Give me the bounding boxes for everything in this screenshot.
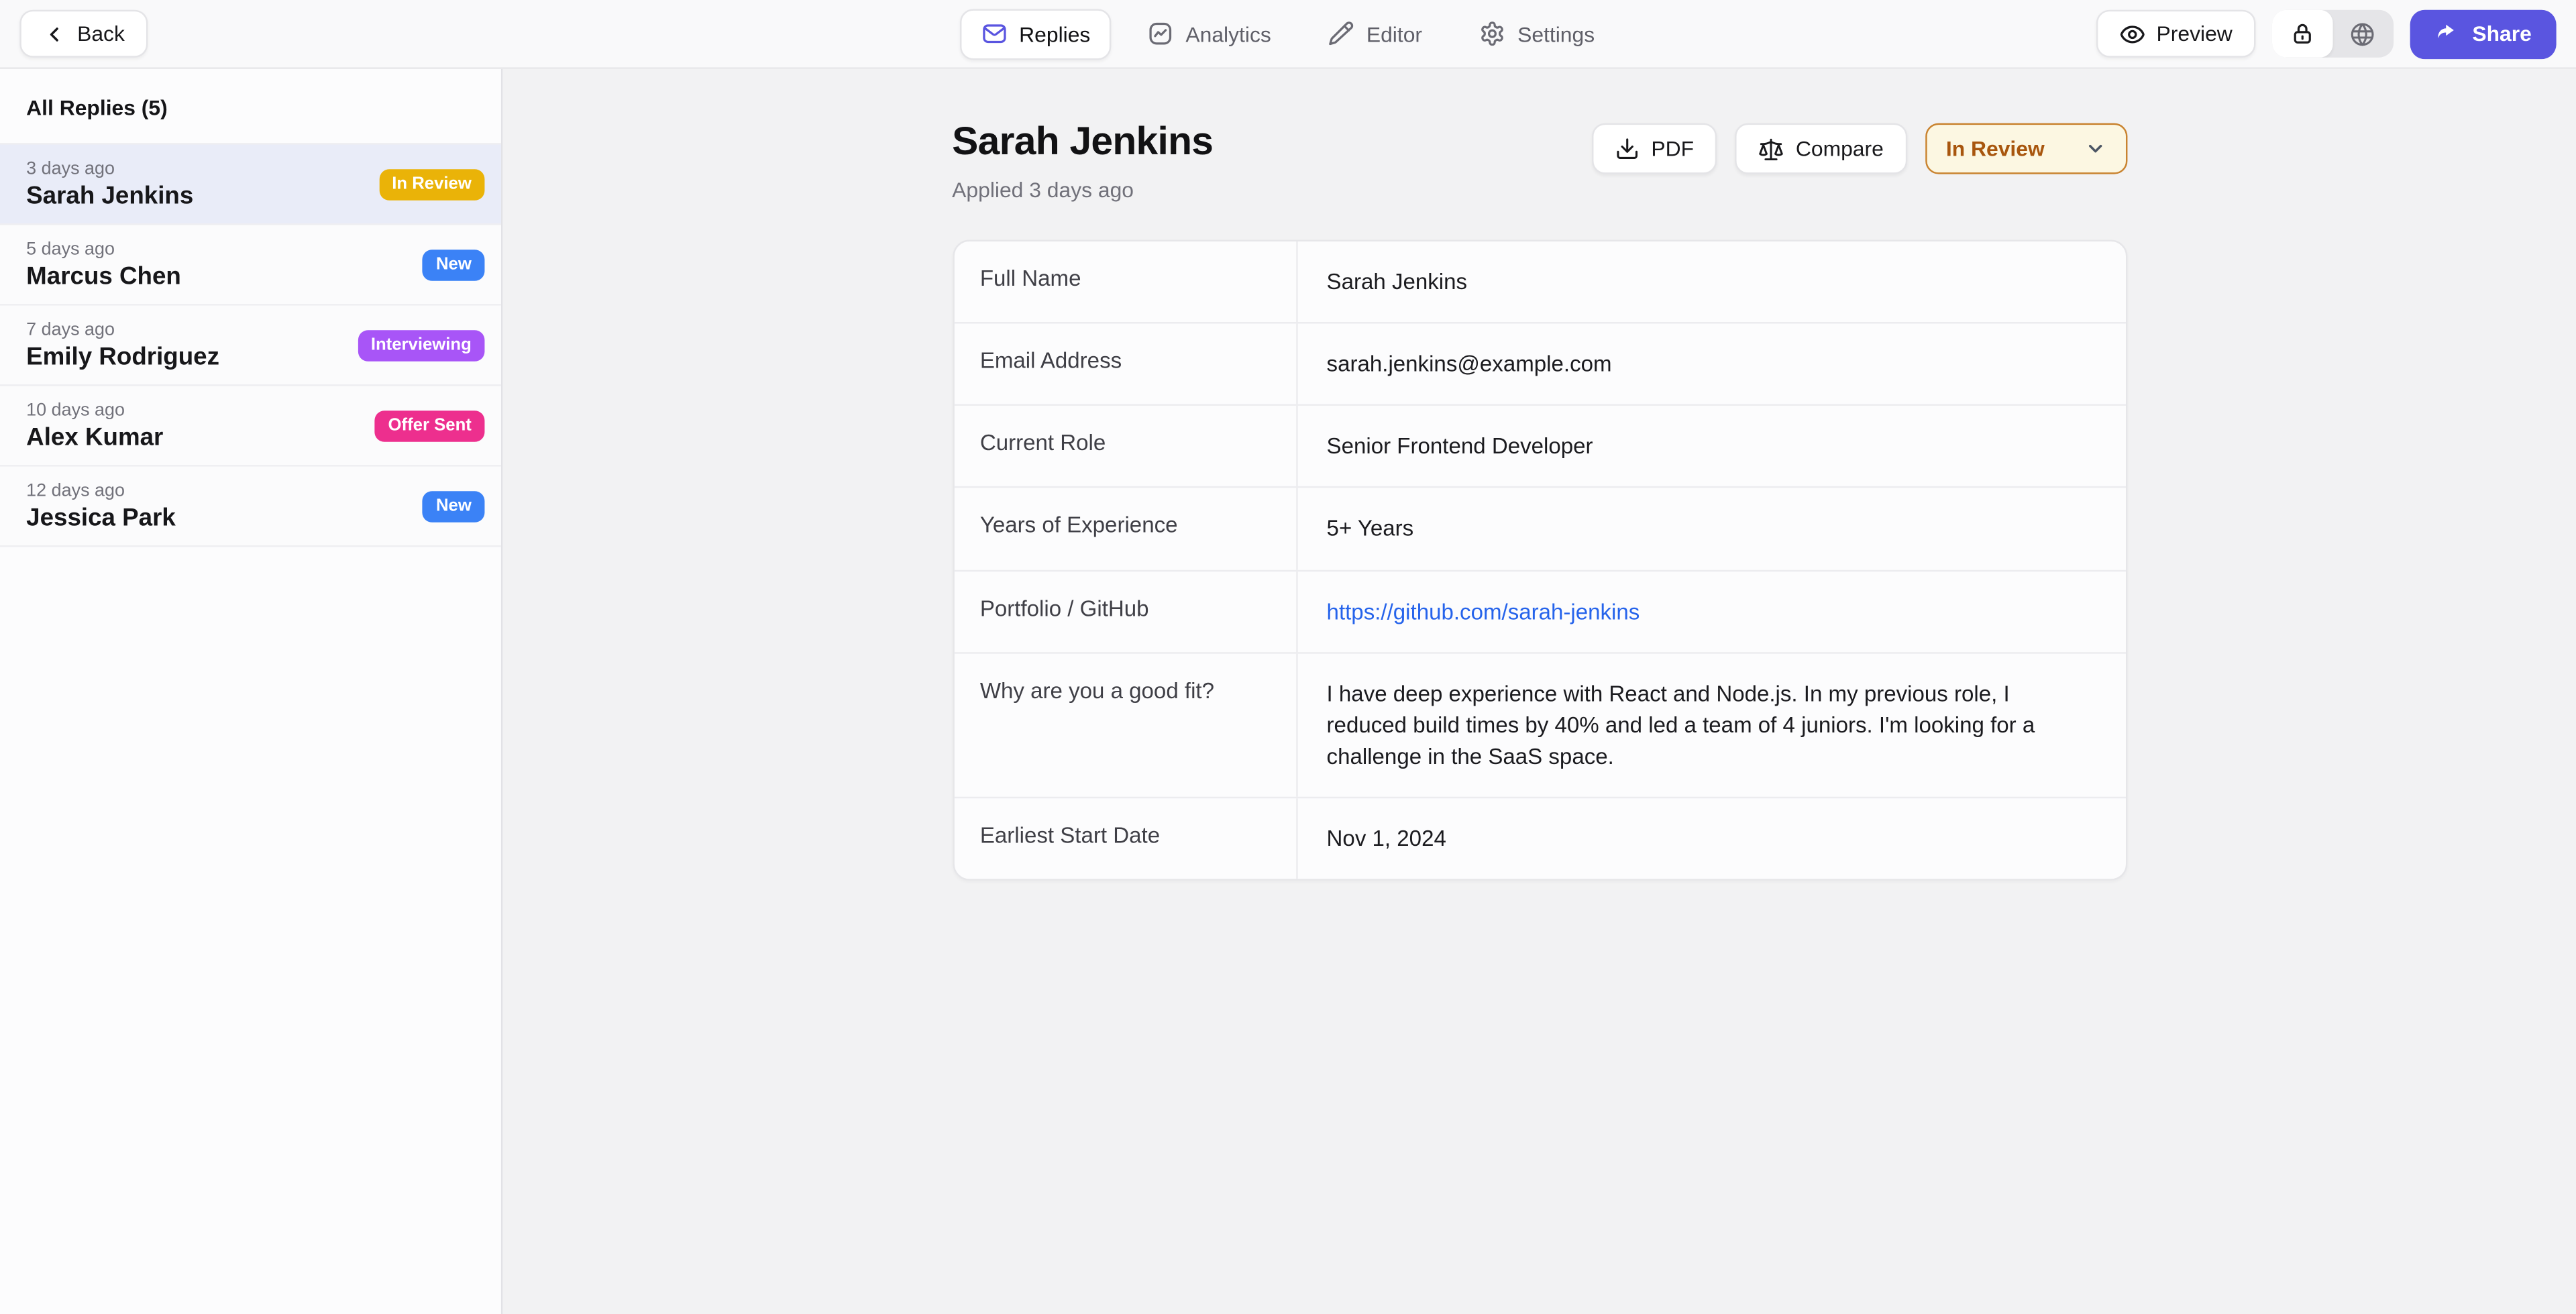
field-label: Email Address bbox=[954, 324, 1297, 404]
field-value: Nov 1, 2024 bbox=[1297, 799, 2125, 879]
tab-label: Editor bbox=[1366, 21, 1422, 46]
field-row: Email Address sarah.jenkins@example.com bbox=[954, 322, 2125, 404]
mail-icon bbox=[981, 21, 1008, 47]
share-arrow-icon bbox=[2434, 21, 2459, 46]
status-select[interactable]: In Review bbox=[1925, 123, 2127, 174]
field-row: Why are you a good fit? I have deep expe… bbox=[954, 652, 2125, 798]
reply-item[interactable]: 7 days ago Emily Rodriguez Interviewing bbox=[0, 306, 501, 386]
field-value: sarah.jenkins@example.com bbox=[1297, 324, 2125, 404]
reply-detail: Sarah Jenkins Applied 3 days ago PDF bbox=[952, 69, 2127, 881]
field-label: Years of Experience bbox=[954, 488, 1297, 569]
pdf-label: PDF bbox=[1651, 136, 1694, 161]
reply-meta: 10 days ago Alex Kumar bbox=[26, 400, 163, 451]
compare-label: Compare bbox=[1796, 136, 1884, 161]
tab-bar: Replies Analytics Editor Settings bbox=[960, 8, 1616, 59]
field-row: Full Name Sarah Jenkins bbox=[954, 241, 2125, 322]
page-title: Sarah Jenkins bbox=[952, 120, 1213, 166]
reply-item[interactable]: 5 days ago Marcus Chen New bbox=[0, 225, 501, 306]
scale-icon bbox=[1758, 135, 1784, 162]
reply-timestamp: 3 days ago bbox=[26, 158, 193, 178]
field-value: Sarah Jenkins bbox=[1297, 241, 2125, 322]
back-button[interactable]: Back bbox=[19, 10, 148, 58]
share-label: Share bbox=[2472, 21, 2532, 46]
reply-details-table: Full Name Sarah Jenkins Email Address sa… bbox=[952, 240, 2127, 881]
detail-title-block: Sarah Jenkins Applied 3 days ago bbox=[952, 120, 1213, 202]
field-label: Current Role bbox=[954, 406, 1297, 487]
gear-icon bbox=[1480, 21, 1506, 47]
public-segment[interactable] bbox=[2332, 10, 2394, 58]
reply-item[interactable]: 10 days ago Alex Kumar Offer Sent bbox=[0, 386, 501, 467]
tab-settings[interactable]: Settings bbox=[1458, 8, 1616, 59]
visibility-toggle bbox=[2272, 10, 2394, 58]
reply-timestamp: 5 days ago bbox=[26, 239, 181, 258]
replies-sidebar: All Replies (5) 3 days ago Sarah Jenkins… bbox=[0, 69, 502, 1314]
chevron-down-icon bbox=[2084, 138, 2106, 160]
back-label: Back bbox=[77, 21, 125, 46]
reply-list: 3 days ago Sarah Jenkins In Review 5 day… bbox=[0, 143, 501, 547]
field-label: Portfolio / GitHub bbox=[954, 571, 1297, 651]
sidebar-header: All Replies (5) bbox=[0, 69, 501, 143]
field-row: Earliest Start Date Nov 1, 2024 bbox=[954, 797, 2125, 879]
status-badge: In Review bbox=[379, 168, 485, 200]
reply-timestamp: 12 days ago bbox=[26, 480, 176, 500]
reply-name: Jessica Park bbox=[26, 504, 176, 532]
layout: All Replies (5) 3 days ago Sarah Jenkins… bbox=[0, 69, 2576, 1314]
preview-label: Preview bbox=[2157, 21, 2233, 46]
tab-label: Settings bbox=[1517, 21, 1595, 46]
tab-editor[interactable]: Editor bbox=[1307, 8, 1444, 59]
share-button[interactable]: Share bbox=[2410, 9, 2556, 58]
main-panel: Sarah Jenkins Applied 3 days ago PDF bbox=[502, 69, 2576, 1314]
reply-meta: 7 days ago Emily Rodriguez bbox=[26, 319, 219, 370]
reply-name: Emily Rodriguez bbox=[26, 343, 219, 371]
reply-timestamp: 10 days ago bbox=[26, 400, 163, 419]
field-label: Why are you a good fit? bbox=[954, 653, 1297, 797]
reply-name: Marcus Chen bbox=[26, 262, 181, 290]
download-icon bbox=[1615, 136, 1640, 161]
field-label: Full Name bbox=[954, 241, 1297, 322]
reply-item[interactable]: 12 days ago Jessica Park New bbox=[0, 467, 501, 547]
field-label: Earliest Start Date bbox=[954, 799, 1297, 879]
topbar: Back Replies Analytics Editor bbox=[0, 0, 2576, 69]
private-segment[interactable] bbox=[2272, 10, 2333, 58]
field-value: I have deep experience with React and No… bbox=[1297, 653, 2125, 797]
app-window: Back Replies Analytics Editor bbox=[0, 0, 2576, 1314]
status-badge: Interviewing bbox=[358, 329, 484, 361]
detail-header: Sarah Jenkins Applied 3 days ago PDF bbox=[952, 120, 2127, 202]
reply-item[interactable]: 3 days ago Sarah Jenkins In Review bbox=[0, 145, 501, 225]
globe-icon bbox=[2350, 21, 2376, 47]
pdf-button[interactable]: PDF bbox=[1592, 123, 1717, 174]
reply-meta: 3 days ago Sarah Jenkins bbox=[26, 158, 193, 209]
reply-meta: 12 days ago Jessica Park bbox=[26, 480, 176, 531]
tab-label: Analytics bbox=[1185, 21, 1271, 46]
field-value: 5+ Years bbox=[1297, 488, 2125, 569]
reply-timestamp: 7 days ago bbox=[26, 319, 219, 339]
compare-button[interactable]: Compare bbox=[1735, 123, 1907, 174]
status-badge: New bbox=[423, 490, 484, 522]
pencil-icon bbox=[1329, 21, 1355, 47]
applied-subtitle: Applied 3 days ago bbox=[952, 177, 1213, 202]
reply-meta: 5 days ago Marcus Chen bbox=[26, 239, 181, 290]
reply-name: Sarah Jenkins bbox=[26, 182, 193, 210]
status-select-value: In Review bbox=[1946, 136, 2045, 161]
chevron-left-icon bbox=[43, 22, 66, 45]
detail-actions: PDF Compare In Review bbox=[1592, 123, 2127, 174]
lock-icon bbox=[2290, 21, 2315, 46]
field-value-link[interactable]: https://github.com/sarah-jenkins bbox=[1297, 571, 2125, 651]
activity-icon bbox=[1148, 21, 1174, 47]
reply-name: Alex Kumar bbox=[26, 423, 163, 451]
field-row: Years of Experience 5+ Years bbox=[954, 487, 2125, 569]
field-row: Portfolio / GitHub https://github.com/sa… bbox=[954, 569, 2125, 652]
status-badge: New bbox=[423, 249, 484, 280]
preview-button[interactable]: Preview bbox=[2096, 10, 2255, 58]
tab-replies[interactable]: Replies bbox=[960, 8, 1112, 59]
tab-analytics[interactable]: Analytics bbox=[1126, 8, 1292, 59]
topbar-right-controls: Preview Share bbox=[2096, 9, 2557, 58]
status-badge: Offer Sent bbox=[375, 410, 485, 441]
eye-icon bbox=[2118, 21, 2145, 47]
tab-label: Replies bbox=[1019, 21, 1090, 46]
field-row: Current Role Senior Frontend Developer bbox=[954, 404, 2125, 487]
field-value: Senior Frontend Developer bbox=[1297, 406, 2125, 487]
